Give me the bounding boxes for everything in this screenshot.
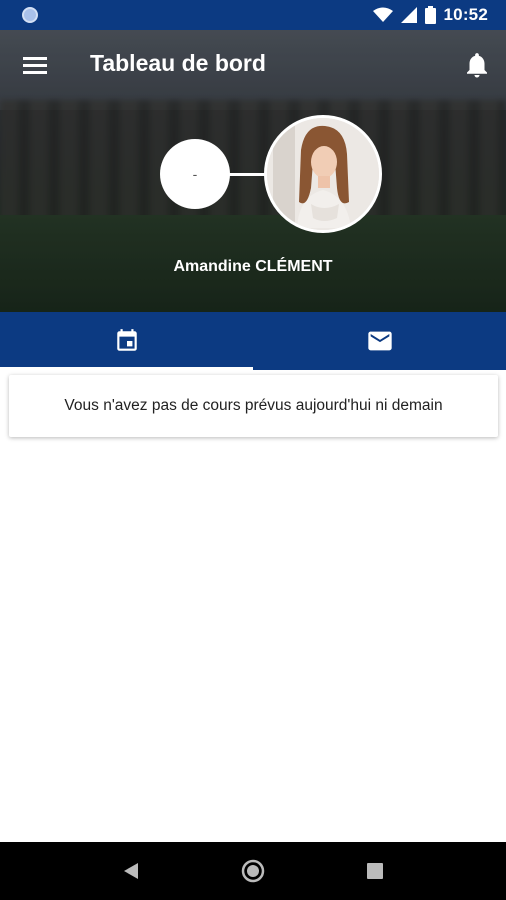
selected-tab-indicator bbox=[0, 367, 253, 370]
clock: 10:52 bbox=[443, 5, 488, 24]
notifications-button[interactable] bbox=[462, 50, 492, 80]
status-right: 10:52 bbox=[372, 5, 488, 25]
recents-square-icon bbox=[367, 863, 383, 879]
empty-schedule-message: Vous n'avez pas de cours prévus aujourd'… bbox=[64, 397, 443, 414]
tab-calendar[interactable] bbox=[0, 312, 253, 370]
notification-dot-icon bbox=[22, 7, 38, 23]
signal-icon bbox=[400, 7, 417, 23]
mail-icon bbox=[367, 331, 392, 351]
recents-button[interactable] bbox=[358, 854, 392, 888]
home-circle-icon bbox=[241, 859, 265, 883]
back-button[interactable] bbox=[114, 854, 148, 888]
profile-photo bbox=[267, 118, 379, 230]
secondary-circle[interactable]: - bbox=[160, 139, 230, 209]
profile-header: Tableau de bord - Amandine CLÉMENT bbox=[0, 30, 506, 312]
hamburger-menu-icon bbox=[23, 57, 47, 74]
status-left bbox=[22, 7, 38, 23]
system-nav-bar bbox=[0, 842, 506, 900]
empty-schedule-card: Vous n'avez pas de cours prévus aujourd'… bbox=[9, 375, 498, 437]
bell-icon bbox=[467, 53, 487, 78]
home-button[interactable] bbox=[236, 854, 270, 888]
wifi-icon bbox=[372, 7, 393, 22]
menu-button[interactable] bbox=[20, 51, 50, 81]
connector-line bbox=[226, 173, 268, 176]
back-triangle-icon bbox=[124, 863, 138, 879]
app-bar: Tableau de bord bbox=[0, 30, 506, 100]
page-title: Tableau de bord bbox=[90, 50, 266, 76]
tab-bar bbox=[0, 312, 506, 370]
tab-messages[interactable] bbox=[253, 312, 506, 370]
status-bar: 10:52 bbox=[0, 0, 506, 30]
user-name: Amandine CLÉMENT bbox=[173, 258, 333, 275]
secondary-circle-label: - bbox=[192, 166, 198, 182]
calendar-icon bbox=[116, 329, 137, 351]
avatar[interactable] bbox=[264, 115, 382, 233]
battery-icon bbox=[424, 6, 436, 24]
